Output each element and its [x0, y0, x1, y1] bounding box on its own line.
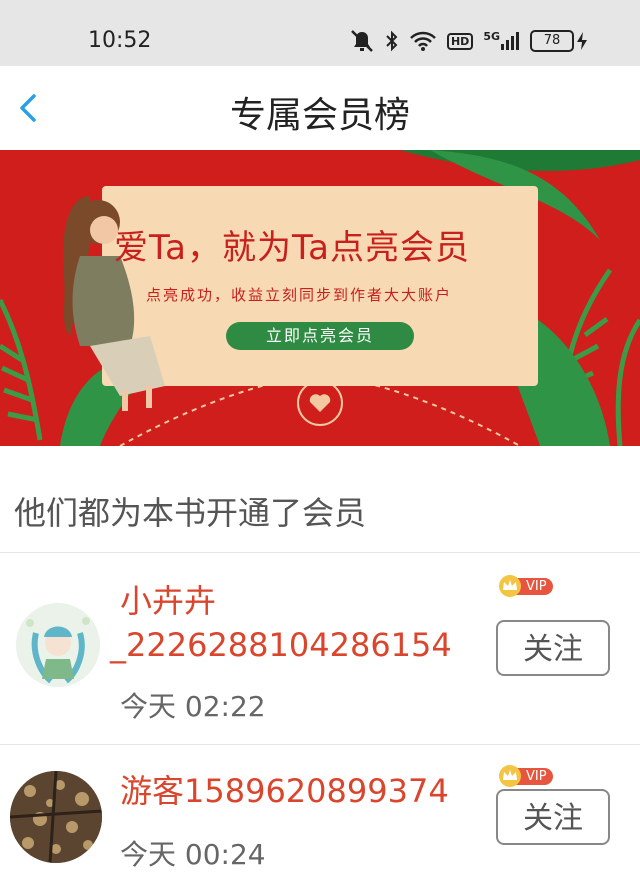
follow-button[interactable]: 关注 [496, 789, 610, 845]
member-name[interactable]: 小卉卉 [120, 581, 216, 621]
follow-button[interactable]: 关注 [496, 620, 610, 676]
bluetooth-icon [385, 29, 399, 53]
mute-bell-icon [349, 29, 375, 53]
crown-icon [499, 765, 521, 787]
status-bar: 10:52 HD 5G 78 [0, 0, 640, 66]
member-time: 今天 00:24 [120, 838, 266, 871]
battery-level: 78 [530, 30, 574, 52]
activate-membership-button[interactable]: 立即点亮会员 [226, 322, 414, 350]
promo-banner[interactable]: 爱Ta，就为Ta点亮会员 点亮成功，收益立刻同步到作者大大账户 立即点亮会员 [0, 150, 640, 446]
member-time: 今天 02:22 [120, 690, 266, 723]
member-row[interactable]: 小卉卉 _2226288104286154 今天 02:22 VIP 关注 [0, 553, 640, 743]
nav-bar: 专属会员榜 [0, 66, 640, 151]
member-row[interactable]: 游客1589620899374 今天 00:24 VIP 关注 [0, 745, 640, 890]
battery-icon: 78 [530, 30, 588, 52]
network-type-label: 5G [483, 30, 500, 43]
avatar[interactable] [16, 603, 100, 687]
wifi-icon [409, 30, 437, 52]
member-name[interactable]: 游客1589620899374 [120, 771, 449, 811]
vip-badge: VIP [498, 575, 553, 597]
status-icons: HD 5G 78 [349, 26, 588, 56]
cellular-signal-icon: 5G [483, 30, 520, 52]
banner-headline: 爱Ta，就为Ta点亮会员 [114, 228, 470, 268]
page-title: 专属会员榜 [229, 95, 410, 136]
crown-icon [499, 575, 521, 597]
status-time: 10:52 [88, 28, 152, 53]
banner-subline: 点亮成功，收益立刻同步到作者大大账户 [146, 286, 453, 304]
avatar[interactable] [10, 771, 102, 863]
hd-badge: HD [446, 32, 474, 50]
member-name-line2[interactable]: _2226288104286154 [110, 625, 452, 665]
section-title: 他们都为本书开通了会员 [14, 494, 367, 532]
vip-badge: VIP [498, 765, 553, 787]
